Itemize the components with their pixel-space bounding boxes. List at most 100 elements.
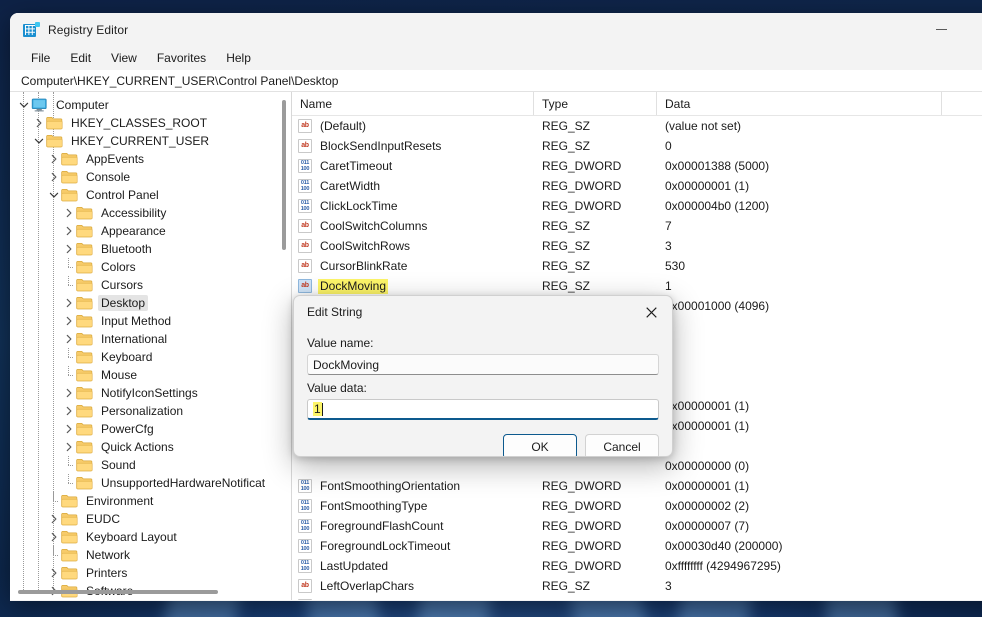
chevron-right-icon[interactable] (46, 510, 61, 528)
tree-item-sound[interactable]: Sound (10, 456, 279, 474)
tree-item-control-panel[interactable]: Control Panel (10, 186, 279, 204)
tree-item-bluetooth[interactable]: Bluetooth (10, 240, 279, 258)
table-row[interactable]: ab CoolSwitchColumns REG_SZ 7 (292, 216, 982, 236)
column-header-data[interactable]: Data (657, 92, 942, 115)
chevron-right-icon[interactable] (61, 240, 76, 258)
chevron-right-icon[interactable] (46, 150, 61, 168)
tree-item-international[interactable]: International (10, 330, 279, 348)
tree-item-accessibility[interactable]: Accessibility (10, 204, 279, 222)
value-type-cell: REG_DWORD (542, 519, 622, 533)
chevron-right-icon[interactable] (61, 402, 76, 420)
table-row[interactable]: 011100 MaxMonitorDimension REG_DWORD0x0000… (292, 596, 982, 600)
tree-item-hkey-current-user[interactable]: HKEY_CURRENT_USER (10, 132, 279, 150)
minimize-icon[interactable] (918, 13, 964, 46)
value-data-input[interactable]: 1 (307, 399, 659, 420)
table-row[interactable]: 011 100 FontSmoothingType REG_DWORD 0x000000… (292, 496, 982, 516)
table-row[interactable]: 011 100 CaretWidth REG_DWORD 0x00000001 (1) (292, 176, 982, 196)
menu-item-help[interactable]: Help (217, 49, 260, 67)
tree-item-network[interactable]: Network (10, 546, 279, 564)
tree-item-cursors[interactable]: Cursors (10, 276, 279, 294)
chevron-right-icon[interactable] (61, 438, 76, 456)
chevron-down-icon[interactable] (46, 186, 61, 204)
chevron-right-icon[interactable] (46, 564, 61, 582)
tree-item-notifyiconsettings[interactable]: NotifyIconSettings (10, 384, 279, 402)
folder-icon (61, 566, 78, 580)
tree-item-keyboard[interactable]: Keyboard (10, 348, 279, 366)
tree-item-label: Console (86, 170, 131, 184)
dialog-title-bar: Edit String (294, 296, 672, 328)
tree-item-colors[interactable]: Colors (10, 258, 279, 276)
tree-guide-elbow (61, 474, 76, 492)
table-row[interactable]: 011 100 ForegroundLockTimeout REG_DWORD 0x00… (292, 536, 982, 556)
chevron-right-icon[interactable] (61, 420, 76, 438)
string-value-icon: ab (298, 139, 312, 153)
table-row[interactable]: ab DockMoving REG_SZ 1 (292, 276, 982, 296)
menu-item-edit[interactable]: Edit (61, 49, 100, 67)
chevron-down-icon[interactable] (16, 96, 31, 114)
maximize-icon[interactable] (964, 13, 982, 46)
tree-item-label: Desktop (98, 295, 149, 311)
value-type-cell: REG_SZ (542, 219, 591, 233)
ok-button[interactable]: OK (503, 434, 577, 456)
cancel-button[interactable]: Cancel (585, 434, 659, 456)
value-name-text: CursorBlinkRate (320, 258, 408, 273)
address-bar[interactable]: Computer\HKEY_CURRENT_USER\Control Panel… (10, 70, 982, 92)
table-row[interactable]: 0x00000000 (0) (292, 456, 982, 476)
tree-item-desktop[interactable]: Desktop (10, 294, 279, 312)
value-data-cell: 0 (665, 139, 672, 153)
tree-item-quick-actions[interactable]: Quick Actions (10, 438, 279, 456)
tree-item-personalization[interactable]: Personalization (10, 402, 279, 420)
value-data-cell: 3 (665, 579, 672, 593)
value-type-cell: REG_SZ (542, 579, 591, 593)
value-name-text: DockMoving (313, 357, 380, 372)
menu-item-file[interactable]: File (22, 49, 59, 67)
menu-item-view[interactable]: View (102, 49, 146, 67)
table-row[interactable]: ab LeftOverlapChars REG_SZ 3 (292, 576, 982, 596)
tree-item-environment[interactable]: Environment (10, 492, 279, 510)
table-row[interactable]: 011 100 CaretTimeout REG_DWORD 0x00001388 (5… (292, 156, 982, 176)
menu-item-favorites[interactable]: Favorites (148, 49, 215, 67)
tree-item-console[interactable]: Console (10, 168, 279, 186)
table-row[interactable]: ab CoolSwitchRows REG_SZ 3 (292, 236, 982, 256)
tree-item-input-method[interactable]: Input Method (10, 312, 279, 330)
tree-item-computer[interactable]: Computer (10, 96, 279, 114)
tree-guide-elbow (46, 492, 61, 510)
tree-guide-elbow (61, 456, 76, 474)
tree-item-printers[interactable]: Printers (10, 564, 279, 582)
chevron-down-icon[interactable] (31, 132, 46, 150)
chevron-right-icon[interactable] (61, 204, 76, 222)
tree-item-mouse[interactable]: Mouse (10, 366, 279, 384)
chevron-right-icon[interactable] (61, 222, 76, 240)
chevron-right-icon[interactable] (61, 384, 76, 402)
column-header-name[interactable]: Name (292, 92, 534, 115)
chevron-right-icon[interactable] (61, 312, 76, 330)
table-row[interactable]: ab BlockSendInputResets REG_SZ 0 (292, 136, 982, 156)
column-header-type[interactable]: Type (534, 92, 657, 115)
tree-item-powercfg[interactable]: PowerCfg (10, 420, 279, 438)
folder-icon (76, 260, 93, 274)
tree-item-appevents[interactable]: AppEvents (10, 150, 279, 168)
chevron-right-icon[interactable] (61, 330, 76, 348)
tree-item-keyboard-layout[interactable]: Keyboard Layout (10, 528, 279, 546)
table-row[interactable]: 011 100 ClickLockTime REG_DWORD 0x000004b0 (… (292, 196, 982, 216)
chevron-right-icon[interactable] (46, 528, 61, 546)
table-row[interactable]: 011 100 FontSmoothingOrientation REG_DWORD 0… (292, 476, 982, 496)
close-icon[interactable] (630, 296, 672, 328)
tree-item-appearance[interactable]: Appearance (10, 222, 279, 240)
tree-item-hkey-classes-root[interactable]: HKEY_CLASSES_ROOT (10, 114, 279, 132)
tree-item-unsupportedhardwarenotificat[interactable]: UnsupportedHardwareNotificat (10, 474, 279, 492)
tree-item-eudc[interactable]: EUDC (10, 510, 279, 528)
table-row[interactable]: 011 100 ForegroundFlashCount REG_DWORD 0x000… (292, 516, 982, 536)
folder-icon (61, 530, 78, 544)
table-row[interactable]: ab CursorBlinkRate REG_SZ 530 (292, 256, 982, 276)
value-name-input[interactable]: DockMoving (307, 354, 659, 375)
text-caret (321, 402, 323, 416)
chevron-right-icon[interactable] (61, 294, 76, 312)
value-name-text: LeftOverlapChars (320, 578, 415, 593)
tree-horizontal-scrollbar[interactable] (18, 588, 277, 597)
chevron-right-icon[interactable] (31, 114, 46, 132)
table-row[interactable]: 011 100 LastUpdated REG_DWORD 0xffffffff (42… (292, 556, 982, 576)
chevron-right-icon[interactable] (46, 168, 61, 186)
table-row[interactable]: ab (Default) REG_SZ (value not set) (292, 116, 982, 136)
tree-vertical-scrollbar[interactable] (280, 94, 289, 586)
